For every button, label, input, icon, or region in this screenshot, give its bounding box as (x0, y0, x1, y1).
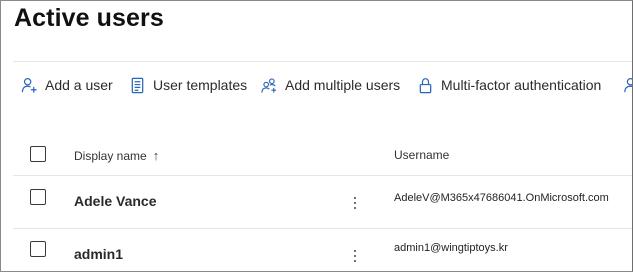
row-checkbox[interactable] (30, 189, 46, 205)
user-display-name[interactable]: Adele Vance (74, 193, 157, 209)
active-users-panel: Active users Add a user User templates A… (0, 0, 633, 272)
user-username: admin1@wingtiptoys.kr (394, 242, 508, 254)
add-multiple-users-label: Add multiple users (285, 77, 401, 93)
multi-factor-authentication-label: Multi-factor authentication (441, 77, 602, 93)
display-name-column-header[interactable]: Display name ↑ (74, 148, 159, 163)
add-multiple-users-button[interactable]: Add multiple users (261, 67, 400, 103)
user-display-name[interactable]: admin1 (74, 246, 123, 262)
lock-icon (417, 77, 434, 94)
title-divider (13, 61, 632, 62)
row-divider (13, 228, 632, 229)
overflow-user-button[interactable] (622, 67, 632, 103)
add-user-label: Add a user (45, 77, 113, 93)
user-username: AdeleV@M365x47686041.OnMicrosoft.com (394, 192, 609, 204)
select-all-checkbox[interactable] (30, 146, 46, 162)
command-bar: Add a user User templates Add multiple u… (1, 67, 632, 103)
header-row-divider (13, 175, 632, 176)
more-actions-icon[interactable] (350, 246, 360, 266)
display-name-header-label: Display name (74, 149, 147, 163)
add-user-button[interactable]: Add a user (21, 67, 113, 103)
add-multiple-users-icon (261, 77, 278, 94)
add-user-icon (21, 77, 38, 94)
more-actions-icon[interactable] (350, 193, 360, 213)
row-checkbox[interactable] (30, 241, 46, 257)
user-templates-label: User templates (153, 77, 248, 93)
sort-ascending-icon: ↑ (152, 148, 160, 163)
page-title: Active users (14, 4, 164, 32)
template-icon (129, 77, 146, 94)
person-icon (622, 77, 632, 94)
username-column-header[interactable]: Username (394, 148, 449, 162)
multi-factor-authentication-button[interactable]: Multi-factor authentication (417, 67, 601, 103)
user-templates-button[interactable]: User templates (129, 67, 247, 103)
